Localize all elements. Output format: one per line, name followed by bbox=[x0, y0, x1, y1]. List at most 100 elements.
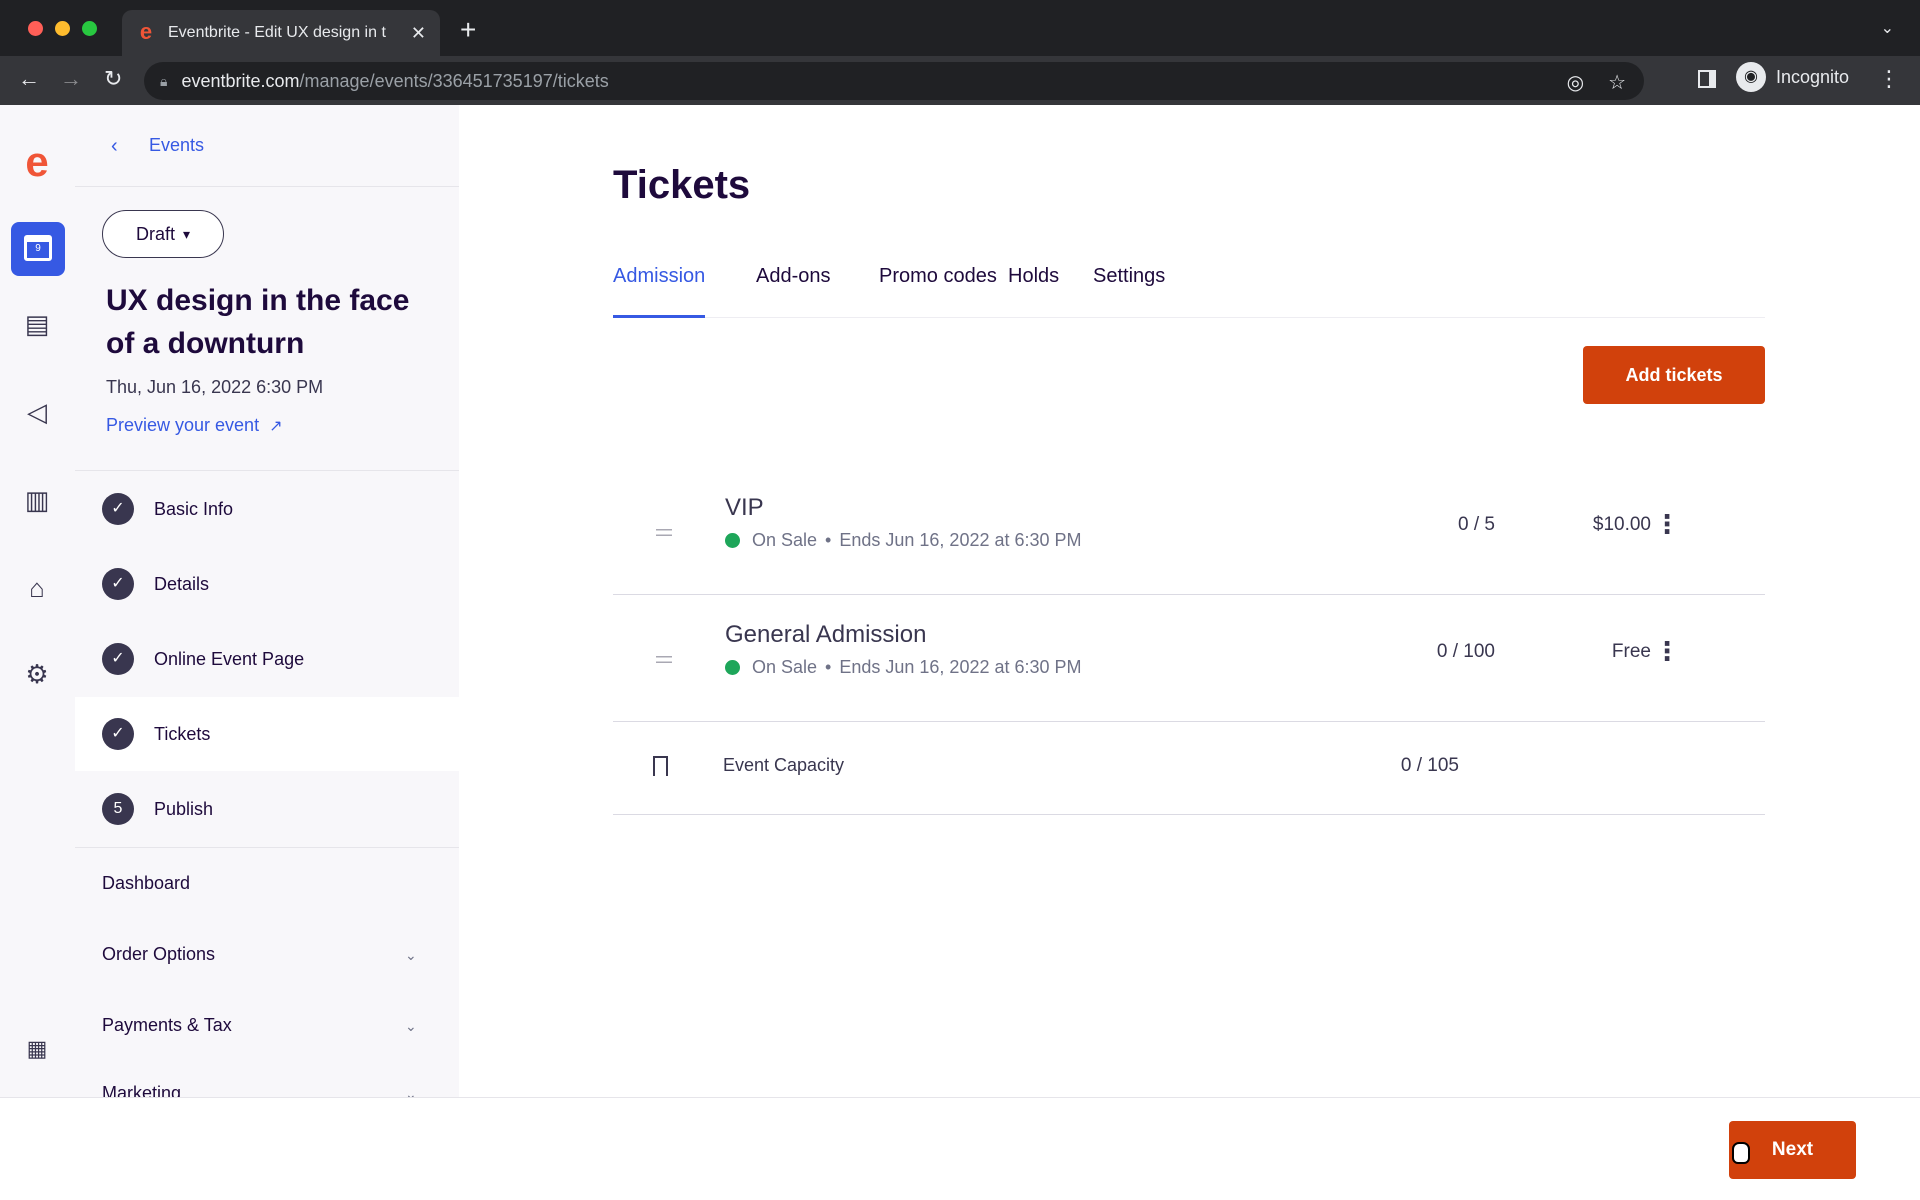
tab-title: Eventbrite - Edit UX design in t bbox=[168, 24, 386, 41]
maximize-window-button[interactable] bbox=[82, 21, 97, 36]
dashboard-link[interactable]: Dashboard bbox=[102, 873, 190, 894]
chevron-left-icon: ‹ bbox=[111, 135, 118, 157]
lock-icon: 🔒︎ bbox=[160, 72, 168, 89]
more-options-icon[interactable]: ⋮ bbox=[1651, 504, 1683, 544]
check-icon: ✓ bbox=[102, 643, 134, 675]
check-icon: ✓ bbox=[102, 718, 134, 750]
close-window-button[interactable] bbox=[28, 21, 43, 36]
settings-gear-icon[interactable]: ⚙ bbox=[18, 655, 56, 693]
page-title: Tickets bbox=[613, 163, 751, 207]
forward-arrow-icon[interactable]: → bbox=[60, 66, 82, 92]
ticket-name: General Admission bbox=[725, 621, 927, 648]
minimize-window-button[interactable] bbox=[55, 21, 70, 36]
calendar-icon: 9 bbox=[24, 235, 52, 261]
ticket-row[interactable]: ＝ General Admission On Sale • Ends Jun 1… bbox=[613, 595, 1765, 722]
new-tab-icon[interactable]: + bbox=[460, 14, 476, 46]
browser-tab[interactable]: e Eventbrite - Edit UX design in t ✕ bbox=[122, 10, 440, 56]
event-title: UX design in the face of a downturn bbox=[106, 284, 410, 360]
bullet-separator: • bbox=[825, 530, 832, 550]
browser-toolbar: ← → ↻ 🔒︎ eventbrite.com/manage/events/33… bbox=[0, 56, 1920, 105]
tab-admission[interactable]: Admission bbox=[613, 265, 706, 318]
ticket-status: On Sale • Ends Jun 16, 2022 at 6:30 PM bbox=[725, 657, 1082, 678]
more-options-icon[interactable]: ⋮ bbox=[1651, 631, 1683, 671]
capacity-label: Event Capacity bbox=[723, 755, 845, 775]
reload-icon[interactable]: ↻ bbox=[104, 66, 122, 92]
capacity-value: 0 / 105 bbox=[1400, 755, 1459, 776]
end-date: Ends Jun 16, 2022 at 6:30 PM bbox=[839, 657, 1082, 677]
app-rail: e 9 ▤ ◁ ▥ ⌂ ⚙ ▦ bbox=[0, 105, 75, 1097]
bullet-separator: • bbox=[825, 657, 832, 677]
browser-menu-icon[interactable]: ⋮ bbox=[1878, 66, 1900, 92]
tab-settings[interactable]: Settings bbox=[1093, 265, 1165, 318]
chevron-down-icon[interactable]: ⌄ bbox=[405, 1018, 417, 1035]
url-path: /manage/events/336451735197/tickets bbox=[299, 70, 609, 91]
step-label: Basic Info bbox=[154, 498, 234, 519]
reports-bar-chart-icon[interactable]: ▥ bbox=[18, 481, 56, 519]
event-status-dropdown[interactable]: Draft ▾ bbox=[102, 210, 224, 258]
main-content: Tickets Admission Add-ons Promo codes Ho… bbox=[459, 105, 1920, 1097]
step-label: Online Event Page bbox=[154, 648, 305, 669]
payments-tax-group[interactable]: Payments & Tax bbox=[102, 1015, 232, 1036]
drag-handle-icon[interactable]: ＝ bbox=[653, 516, 675, 548]
tab-strip: e Eventbrite - Edit UX design in t ✕ + ⌄ bbox=[0, 0, 1920, 56]
ticket-price: $10.00 bbox=[1592, 514, 1651, 535]
orders-list-icon[interactable]: ▤ bbox=[18, 305, 56, 343]
events-nav-button[interactable]: 9 bbox=[11, 222, 65, 276]
eye-slash-icon[interactable]: ◎ bbox=[1567, 70, 1584, 95]
event-sidebar: ‹ Events Draft ▾ UX design in the face o… bbox=[75, 105, 459, 1097]
event-capacity-row[interactable]: Event Capacity 0 / 105 bbox=[613, 720, 1765, 815]
step-details[interactable]: ✓ Details bbox=[75, 547, 459, 621]
tab-promo-codes[interactable]: Promo codes bbox=[879, 265, 997, 318]
apps-grid-icon[interactable]: ▦ bbox=[18, 1030, 56, 1068]
preview-label: Preview your event bbox=[106, 415, 260, 435]
status-label: Draft bbox=[135, 223, 175, 244]
ticket-status: On Sale • Ends Jun 16, 2022 at 6:30 PM bbox=[725, 530, 1082, 551]
divider bbox=[75, 847, 459, 848]
divider bbox=[75, 470, 459, 471]
order-options-group[interactable]: Order Options bbox=[102, 944, 215, 965]
back-arrow-icon[interactable]: ← bbox=[18, 66, 40, 92]
side-panel-icon[interactable] bbox=[1698, 70, 1716, 88]
add-tickets-button[interactable]: Add tickets bbox=[1583, 346, 1765, 404]
capacity-flag-icon bbox=[653, 756, 668, 776]
check-icon: ✓ bbox=[102, 568, 134, 600]
end-date: Ends Jun 16, 2022 at 6:30 PM bbox=[839, 530, 1082, 550]
step-number: 5 bbox=[102, 793, 134, 825]
preview-event-link[interactable]: Preview your event ↗ bbox=[106, 415, 282, 436]
step-online-event-page[interactable]: ✓ Online Event Page bbox=[75, 622, 459, 696]
drag-handle-icon[interactable]: ＝ bbox=[653, 643, 675, 675]
ticket-row[interactable]: ＝ VIP On Sale • Ends Jun 16, 2022 at 6:3… bbox=[613, 468, 1765, 595]
external-link-icon: ↗ bbox=[269, 417, 283, 435]
finance-bank-icon[interactable]: ⌂ bbox=[18, 569, 56, 607]
chevron-down-icon[interactable]: ⌄ bbox=[405, 947, 417, 964]
tab-add-ons[interactable]: Add-ons bbox=[756, 265, 831, 318]
eventbrite-favicon-icon: e bbox=[139, 19, 153, 44]
ticket-name: VIP bbox=[725, 494, 764, 521]
ticket-sold-count: 0 / 100 bbox=[1436, 641, 1495, 662]
step-basic-info[interactable]: ✓ Basic Info bbox=[75, 472, 459, 546]
ticket-tabs: Admission Add-ons Promo codes Holds Sett… bbox=[613, 265, 1765, 318]
check-icon: ✓ bbox=[102, 493, 134, 525]
back-to-events[interactable]: ‹ Events bbox=[75, 105, 459, 187]
megaphone-icon[interactable]: ◁ bbox=[18, 393, 56, 431]
step-publish[interactable]: 5 Publish bbox=[75, 772, 459, 846]
profile-label: Incognito bbox=[1776, 66, 1850, 87]
step-tickets[interactable]: ✓ Tickets bbox=[75, 697, 459, 771]
step-label: Details bbox=[154, 573, 210, 594]
tab-holds[interactable]: Holds bbox=[1008, 265, 1059, 318]
incognito-profile[interactable]: ◉ Incognito bbox=[1736, 62, 1849, 92]
marketing-group[interactable]: Marketing bbox=[102, 1083, 181, 1097]
step-label: Publish bbox=[154, 798, 214, 819]
chevron-down-icon[interactable]: ⌄ bbox=[405, 1086, 417, 1097]
close-tab-icon[interactable]: ✕ bbox=[411, 23, 426, 44]
url-host: eventbrite.com bbox=[181, 70, 300, 91]
status-text: On Sale bbox=[752, 657, 818, 677]
tab-search-chevron-icon[interactable]: ⌄ bbox=[1881, 18, 1894, 38]
hand-cursor-icon bbox=[1732, 1142, 1750, 1164]
incognito-icon: ◉ bbox=[1736, 62, 1766, 92]
eventbrite-logo-icon[interactable]: e bbox=[18, 141, 56, 183]
address-bar[interactable]: 🔒︎ eventbrite.com/manage/events/33645173… bbox=[144, 62, 1644, 100]
back-label: Events bbox=[149, 135, 205, 155]
bookmark-star-icon[interactable]: ☆ bbox=[1608, 70, 1626, 95]
status-text: On Sale bbox=[752, 530, 818, 550]
